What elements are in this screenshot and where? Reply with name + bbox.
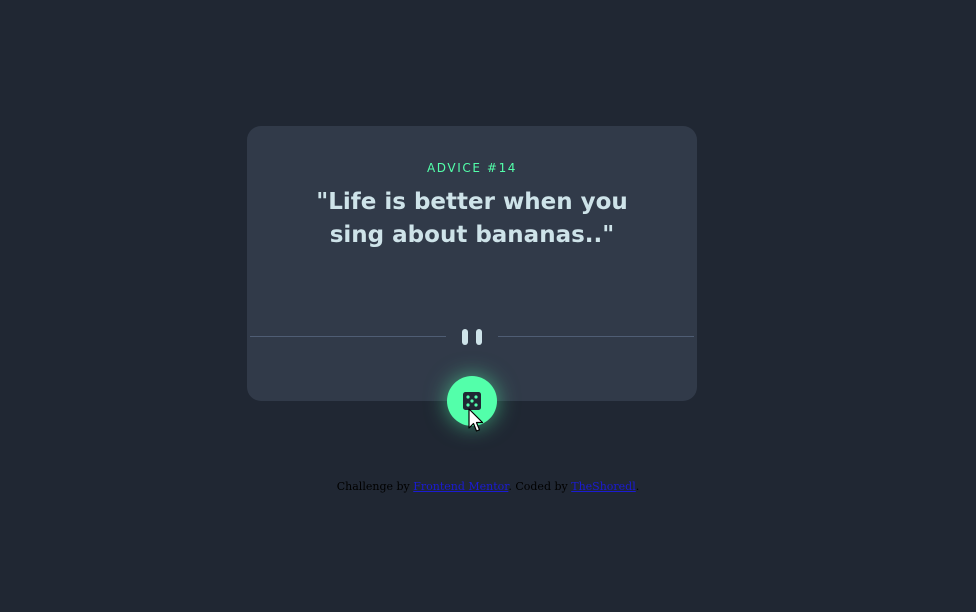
pause-bar-right xyxy=(476,329,482,345)
frontend-mentor-link[interactable]: Frontend Mentor xyxy=(413,480,508,493)
pause-bar-left xyxy=(462,329,468,345)
divider-line-right xyxy=(498,336,694,337)
advice-card: ADVICE #14 "Life is better when you sing… xyxy=(247,126,697,401)
divider-line-left xyxy=(250,336,446,337)
advice-label: ADVICE #14 xyxy=(426,161,518,175)
mouse-cursor-icon xyxy=(468,408,484,432)
attribution-middle: . Coded by xyxy=(508,480,572,493)
attribution-prefix: Challenge by xyxy=(336,480,414,493)
attribution-suffix: . xyxy=(635,480,640,493)
author-link[interactable]: TheShoredl xyxy=(571,480,636,493)
advice-quote: "Life is better when you sing about bana… xyxy=(316,189,628,248)
attribution: Challenge by Frontend Mentor. Coded by T… xyxy=(0,480,976,493)
